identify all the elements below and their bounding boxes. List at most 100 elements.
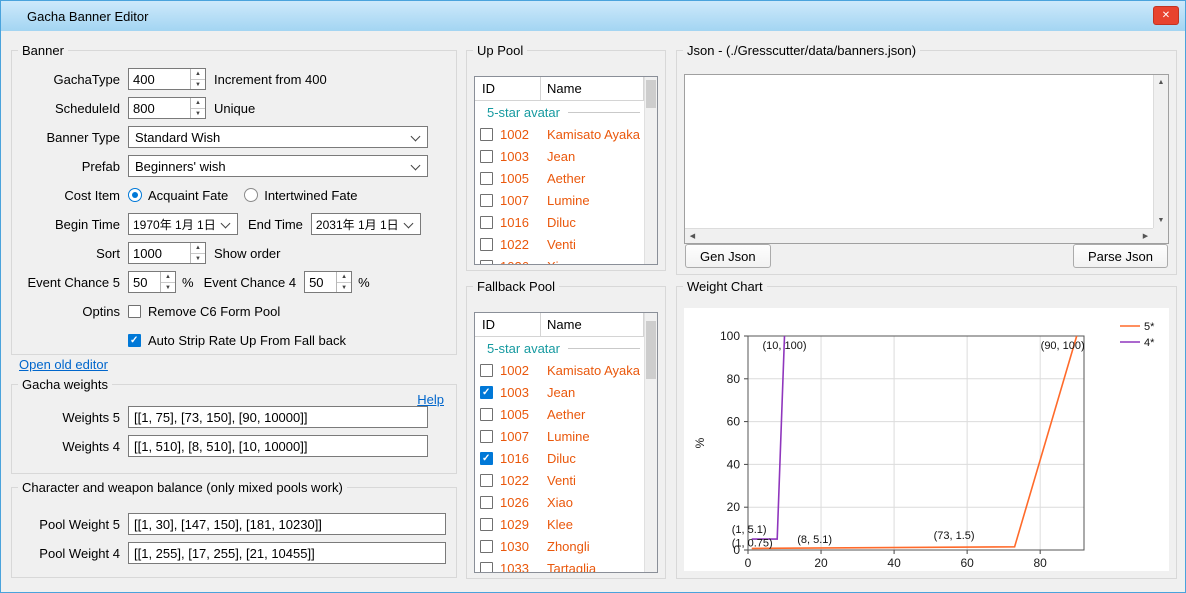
chevron-down-icon [411,132,421,142]
spin-up-icon[interactable]: ▲ [191,243,205,254]
weights-5-input[interactable]: [[1, 75], [73, 150], [90, 10000]] [128,406,428,428]
up-pool-checkbox-1016[interactable] [480,216,493,229]
fallback-pool-row-1005[interactable]: 1005Aether [475,403,644,425]
row-id: 1016 [500,215,547,230]
id-column-header[interactable]: ID [475,313,541,336]
svg-text:100: 100 [720,329,740,343]
spin-down-icon[interactable]: ▼ [191,109,205,119]
fallback-pool-row-1029[interactable]: 1029Klee [475,513,644,535]
prefab-label: Prefab [20,159,120,174]
begin-time-picker[interactable]: 1970年 1月 1日 [128,213,238,235]
help-link[interactable]: Help [417,392,444,407]
fallback-pool-checkbox-1003[interactable] [480,386,493,399]
spin-down-icon[interactable]: ▼ [191,254,205,264]
row-name: Diluc [547,451,576,466]
scrollbar-thumb[interactable] [646,321,656,379]
spin-down-icon[interactable]: ▼ [337,283,351,293]
close-button[interactable]: ✕ [1153,6,1179,25]
up-pool-checkbox-1005[interactable] [480,172,493,185]
up-pool-checkbox-1007[interactable] [480,194,493,207]
gen-json-button[interactable]: Gen Json [685,244,771,268]
name-column-header[interactable]: Name [541,313,644,336]
scrollbar-thumb[interactable] [646,80,656,108]
pool-weight-4-input[interactable]: [[1, 255], [17, 255], [21, 10455]] [128,542,446,564]
spin-up-icon[interactable]: ▲ [337,272,351,283]
fallback-pool-checkbox-1005[interactable] [480,408,493,421]
up-pool-row-1022[interactable]: 1022Venti [475,233,644,255]
up-pool-scrollbar[interactable] [644,77,657,264]
json-content[interactable] [685,75,1153,228]
scheduleid-spinner[interactable]: 800 ▲▼ [128,97,206,119]
event-chance-5-value[interactable]: 50 [129,272,160,292]
up-pool-row-1007[interactable]: 1007Lumine [475,189,644,211]
titlebar[interactable]: Gacha Banner Editor ✕ [1,1,1185,31]
sort-spin-buttons[interactable]: ▲▼ [190,243,205,263]
fallback-pool-row-1022[interactable]: 1022Venti [475,469,644,491]
remove-c6-checkbox[interactable] [128,305,141,318]
event-chance-5-spin-buttons[interactable]: ▲▼ [160,272,175,292]
acquaint-fate-radio[interactable] [128,188,142,202]
banner-type-select[interactable]: Standard Wish [128,126,428,148]
scroll-down-icon[interactable]: ▼ [1154,213,1169,228]
gachatype-spinner[interactable]: 400 ▲▼ [128,68,206,90]
fallback-pool-checkbox-1026[interactable] [480,496,493,509]
up-pool-row-1016[interactable]: 1016Diluc [475,211,644,233]
name-column-header[interactable]: Name [541,77,644,100]
up-pool-checkbox-1002[interactable] [480,128,493,141]
optins-row-2: Auto Strip Rate Up From Fall back [20,329,448,351]
scroll-left-icon[interactable]: ◀ [685,229,700,244]
scheduleid-spin-buttons[interactable]: ▲▼ [190,98,205,118]
prefab-select[interactable]: Beginners' wish [128,155,428,177]
pool-weight-5-input[interactable]: [[1, 30], [147, 150], [181, 10230]] [128,513,446,535]
spin-down-icon[interactable]: ▼ [191,80,205,90]
scheduleid-value[interactable]: 800 [129,98,190,118]
fallback-pool-row-1007[interactable]: 1007Lumine [475,425,644,447]
gachatype-spin-buttons[interactable]: ▲▼ [190,69,205,89]
event-chance-4-value[interactable]: 50 [305,272,336,292]
fallback-pool-row-1002[interactable]: 1002Kamisato Ayaka [475,359,644,381]
id-column-header[interactable]: ID [475,77,541,100]
end-time-picker[interactable]: 2031年 1月 1日 [311,213,421,235]
fallback-pool-checkbox-1007[interactable] [480,430,493,443]
auto-strip-checkbox[interactable] [128,334,141,347]
json-vertical-scrollbar[interactable]: ▲ ▼ [1153,75,1168,228]
scroll-right-icon[interactable]: ▶ [1138,229,1153,244]
intertwined-fate-radio[interactable] [244,188,258,202]
fallback-pool-row-1003[interactable]: 1003Jean [475,381,644,403]
fallback-pool-checkbox-1022[interactable] [480,474,493,487]
json-textarea[interactable]: ▲ ▼ ◀ ▶ [684,74,1169,244]
up-pool-checkbox-1003[interactable] [480,150,493,163]
sort-value[interactable]: 1000 [129,243,190,263]
spin-up-icon[interactable]: ▲ [161,272,175,283]
weights-4-input[interactable]: [[1, 510], [8, 510], [10, 10000]] [128,435,428,457]
event-chance-5-spinner[interactable]: 50 ▲▼ [128,271,176,293]
up-pool-row-1002[interactable]: 1002Kamisato Ayaka [475,123,644,145]
chevron-down-icon [221,219,231,229]
fallback-pool-row-1030[interactable]: 1030Zhongli [475,535,644,557]
sort-spinner[interactable]: 1000 ▲▼ [128,242,206,264]
spin-down-icon[interactable]: ▼ [161,283,175,293]
up-pool-checkbox-1022[interactable] [480,238,493,251]
fallback-pool-row-1033[interactable]: 1033Tartaglia [475,557,644,572]
fallback-pool-row-1026[interactable]: 1026Xiao [475,491,644,513]
fallback-pool-scrollbar[interactable] [644,313,657,572]
fallback-pool-row-1016[interactable]: 1016Diluc [475,447,644,469]
spin-up-icon[interactable]: ▲ [191,98,205,109]
fallback-pool-checkbox-1029[interactable] [480,518,493,531]
scroll-up-icon[interactable]: ▲ [1154,75,1169,90]
fallback-pool-checkbox-1016[interactable] [480,452,493,465]
event-chance-4-spinner[interactable]: 50 ▲▼ [304,271,352,293]
event-chance-4-spin-buttons[interactable]: ▲▼ [336,272,351,292]
up-pool-row-1026[interactable]: 1026Xiao [475,255,644,264]
open-old-editor-link[interactable]: Open old editor [19,357,108,372]
fallback-pool-checkbox-1033[interactable] [480,562,493,573]
fallback-pool-checkbox-1030[interactable] [480,540,493,553]
gachatype-value[interactable]: 400 [129,69,190,89]
up-pool-checkbox-1026[interactable] [480,260,493,265]
parse-json-button[interactable]: Parse Json [1073,244,1168,268]
spin-up-icon[interactable]: ▲ [191,69,205,80]
up-pool-row-1003[interactable]: 1003Jean [475,145,644,167]
fallback-pool-checkbox-1002[interactable] [480,364,493,377]
json-horizontal-scrollbar[interactable]: ◀ ▶ [685,228,1153,243]
up-pool-row-1005[interactable]: 1005Aether [475,167,644,189]
